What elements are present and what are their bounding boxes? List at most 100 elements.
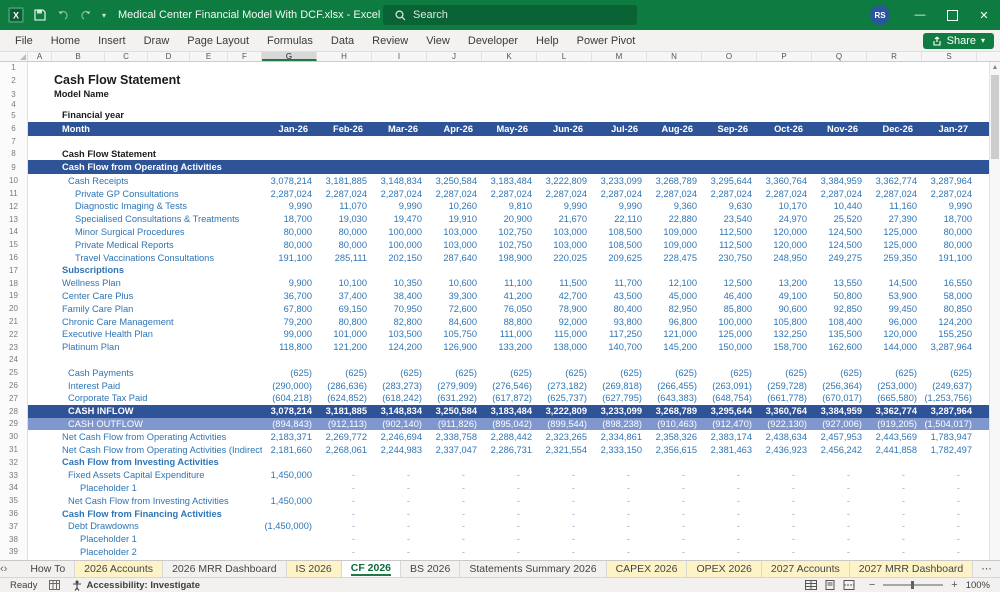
row-header-17[interactable]: 17 xyxy=(0,263,28,277)
ribbon-tab-draw[interactable]: Draw xyxy=(135,32,179,50)
cell-value[interactable]: 103,000 xyxy=(427,227,482,237)
column-header-R[interactable]: R xyxy=(867,52,922,61)
cell-value[interactable]: 9,990 xyxy=(592,201,647,211)
cell-value[interactable]: 2,287,024 xyxy=(372,189,427,199)
cell-value[interactable]: 1,782,497 xyxy=(922,445,977,455)
cell-value[interactable]: 22,880 xyxy=(647,214,702,224)
cell-value[interactable]: 158,700 xyxy=(757,342,812,352)
cell-value[interactable]: - xyxy=(867,521,922,531)
cell-value[interactable]: 133,200 xyxy=(482,342,537,352)
cell-value[interactable]: - xyxy=(482,521,537,531)
cell-value[interactable]: 2,287,024 xyxy=(427,189,482,199)
cell-value[interactable]: 38,400 xyxy=(372,291,427,301)
cell-value[interactable]: - xyxy=(922,509,977,519)
cell-value[interactable]: 202,150 xyxy=(372,253,427,263)
sheet-tab-2027-accounts[interactable]: 2027 Accounts xyxy=(761,561,850,577)
cell-value[interactable]: - xyxy=(702,534,757,544)
cell-value[interactable]: 82,950 xyxy=(647,304,702,314)
cell-value[interactable]: 19,910 xyxy=(427,214,482,224)
cell-value[interactable]: 112,500 xyxy=(702,227,757,237)
cell-value[interactable]: 80,000 xyxy=(262,240,317,250)
cell-value[interactable]: 3,233,099 xyxy=(592,406,647,416)
cell-value[interactable]: - xyxy=(537,496,592,506)
column-header-H[interactable]: H xyxy=(317,52,372,61)
column-header-S[interactable]: S xyxy=(922,52,977,61)
row-header-2[interactable]: 2 xyxy=(0,72,28,88)
cell-value[interactable]: 111,000 xyxy=(482,329,537,339)
cell-value[interactable]: 145,200 xyxy=(647,342,702,352)
cell-value[interactable]: 80,850 xyxy=(922,304,977,314)
cell-value[interactable]: - xyxy=(702,470,757,480)
cell-value[interactable]: 2,338,758 xyxy=(427,432,482,442)
cell-value[interactable]: (263,091) xyxy=(702,381,757,391)
sheet-tab-cf-2026[interactable]: CF 2026 xyxy=(341,561,402,577)
column-header-Q[interactable]: Q xyxy=(812,52,867,61)
cell-value[interactable]: 3,295,644 xyxy=(702,406,757,416)
cell-value[interactable]: Jun-26 xyxy=(537,124,592,134)
cell-value[interactable]: - xyxy=(482,496,537,506)
accessibility-status[interactable]: Accessibility: Investigate xyxy=(72,580,200,591)
column-header-M[interactable]: M xyxy=(592,52,647,61)
zoom-in-icon[interactable]: + xyxy=(951,579,957,591)
cell-label[interactable]: Placeholder 1 xyxy=(52,483,262,493)
cell-value[interactable]: (898,238) xyxy=(592,419,647,429)
cell-label[interactable]: Platinum Plan xyxy=(52,342,262,352)
cell-value[interactable]: - xyxy=(482,483,537,493)
cell-value[interactable]: - xyxy=(867,547,922,557)
cell-label[interactable]: Center Care Plus xyxy=(52,291,262,301)
cell-value[interactable]: - xyxy=(757,521,812,531)
cell-label[interactable]: Cash Flow Statement xyxy=(52,73,452,87)
cell-value[interactable]: 3,250,584 xyxy=(427,176,482,186)
cell-value[interactable]: 80,800 xyxy=(317,317,372,327)
cell-value[interactable]: 2,321,554 xyxy=(537,445,592,455)
cell-value[interactable]: - xyxy=(537,521,592,531)
search-input[interactable]: Search xyxy=(383,5,637,25)
cell-value[interactable]: 120,000 xyxy=(757,227,812,237)
cell-value[interactable]: 85,800 xyxy=(702,304,757,314)
cell-value[interactable]: 3,360,764 xyxy=(757,406,812,416)
avatar[interactable]: RS xyxy=(870,5,890,25)
cell-value[interactable]: - xyxy=(317,483,372,493)
cell-value[interactable]: 80,000 xyxy=(922,227,977,237)
cell-value[interactable]: 72,600 xyxy=(427,304,482,314)
row-header-7[interactable]: 7 xyxy=(0,135,28,148)
cell-value[interactable]: - xyxy=(592,509,647,519)
cell-value[interactable]: 124,500 xyxy=(812,240,867,250)
row-header-37[interactable]: 37 xyxy=(0,519,28,533)
cell-value[interactable]: 2,381,463 xyxy=(702,445,757,455)
ribbon-tab-power-pivot[interactable]: Power Pivot xyxy=(568,32,645,50)
cell-value[interactable]: 117,250 xyxy=(592,329,647,339)
cell-value[interactable]: 25,520 xyxy=(812,214,867,224)
macro-record-icon[interactable] xyxy=(49,580,61,590)
cell-value[interactable]: 1,783,947 xyxy=(922,432,977,442)
cell-value[interactable]: 67,800 xyxy=(262,304,317,314)
cell-value[interactable]: 102,750 xyxy=(482,240,537,250)
cell-label[interactable]: Financial year xyxy=(52,110,262,120)
column-header-K[interactable]: K xyxy=(482,52,537,61)
cell-value[interactable]: 88,800 xyxy=(482,317,537,327)
cell-value[interactable]: (256,364) xyxy=(812,381,867,391)
cell-value[interactable]: - xyxy=(867,470,922,480)
cell-value[interactable]: 10,600 xyxy=(427,278,482,288)
cell-value[interactable]: 82,800 xyxy=(372,317,427,327)
row-header-10[interactable]: 10 xyxy=(0,174,28,188)
cell-value[interactable]: 2,333,150 xyxy=(592,445,647,455)
cell-value[interactable]: 10,350 xyxy=(372,278,427,288)
cell-value[interactable]: - xyxy=(647,470,702,480)
cell-value[interactable]: 12,100 xyxy=(647,278,702,288)
cell-value[interactable]: 105,800 xyxy=(757,317,812,327)
cell-label[interactable]: Placeholder 2 xyxy=(52,547,262,557)
cell-value[interactable]: 2,441,858 xyxy=(867,445,922,455)
cell-value[interactable]: 69,150 xyxy=(317,304,372,314)
cell-value[interactable]: 9,810 xyxy=(482,201,537,211)
cell-value[interactable]: Jul-26 xyxy=(592,124,647,134)
cell-value[interactable]: 144,000 xyxy=(867,342,922,352)
cell-value[interactable]: - xyxy=(372,534,427,544)
cell-value[interactable]: Sep-26 xyxy=(702,124,757,134)
cell-value[interactable]: - xyxy=(647,534,702,544)
cell-value[interactable]: 22,110 xyxy=(592,214,647,224)
cell-value[interactable]: 37,400 xyxy=(317,291,372,301)
cell-value[interactable]: 3,233,099 xyxy=(592,176,647,186)
cell-value[interactable]: 3,287,964 xyxy=(922,342,977,352)
cell-value[interactable]: 121,200 xyxy=(317,342,372,352)
